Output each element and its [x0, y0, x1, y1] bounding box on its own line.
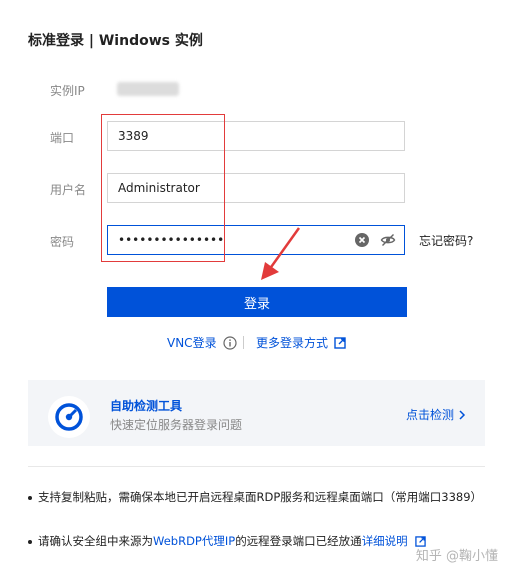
- vnc-login-label[interactable]: VNC登录: [167, 334, 217, 351]
- ip-value-blurred: [117, 82, 179, 96]
- webrdp-proxy-ip-link[interactable]: WebRDP代理IP: [153, 534, 235, 548]
- username-label: 用户名: [50, 183, 87, 197]
- more-login-label[interactable]: 更多登录方式: [256, 334, 328, 351]
- eye-off-icon[interactable]: [380, 232, 396, 248]
- self-check-title: 自助检测工具: [110, 399, 183, 413]
- start-check-link[interactable]: 点击检测: [406, 406, 466, 423]
- watermark: 知乎 @鞠小懂: [415, 549, 498, 564]
- self-check-subtitle: 快速定位服务器登录问题: [110, 418, 243, 432]
- clear-icon[interactable]: [354, 232, 370, 248]
- annotation-highlight-box: [101, 114, 225, 262]
- note-item: 支持复制粘贴，需确保本地已开启远程桌面RDP服务和远程桌面端口（常用端口3389…: [28, 488, 490, 506]
- divider: [28, 466, 485, 467]
- page-title: 标准登录 | Windows 实例: [28, 33, 203, 49]
- password-icons: [354, 232, 396, 248]
- ip-label: 实例IP: [50, 84, 85, 98]
- vnc-login-link[interactable]: VNC登录: [167, 334, 237, 351]
- external-link-icon: [334, 336, 346, 349]
- forgot-password-link[interactable]: 忘记密码?: [419, 232, 473, 249]
- chevron-right-icon: [459, 409, 466, 420]
- login-button[interactable]: 登录: [107, 287, 407, 317]
- start-check-label[interactable]: 点击检测: [406, 406, 454, 423]
- info-icon: [222, 335, 237, 350]
- more-login-link[interactable]: 更多登录方式: [256, 334, 346, 351]
- note-prefix: 请确认安全组中来源为: [38, 534, 153, 548]
- port-label: 端口: [50, 131, 75, 145]
- arrow-annotation: [261, 227, 301, 280]
- gauge-icon: [55, 403, 83, 431]
- note-middle: 的远程登录端口已经放通: [235, 534, 362, 548]
- password-label: 密码: [50, 235, 75, 249]
- note-text: 支持复制粘贴，需确保本地已开启远程桌面RDP服务和远程桌面端口（常用端口3389…: [38, 490, 483, 504]
- link-separator: [243, 336, 244, 349]
- detail-link[interactable]: 详细说明: [362, 534, 408, 548]
- gauge-icon-wrap: [48, 396, 90, 438]
